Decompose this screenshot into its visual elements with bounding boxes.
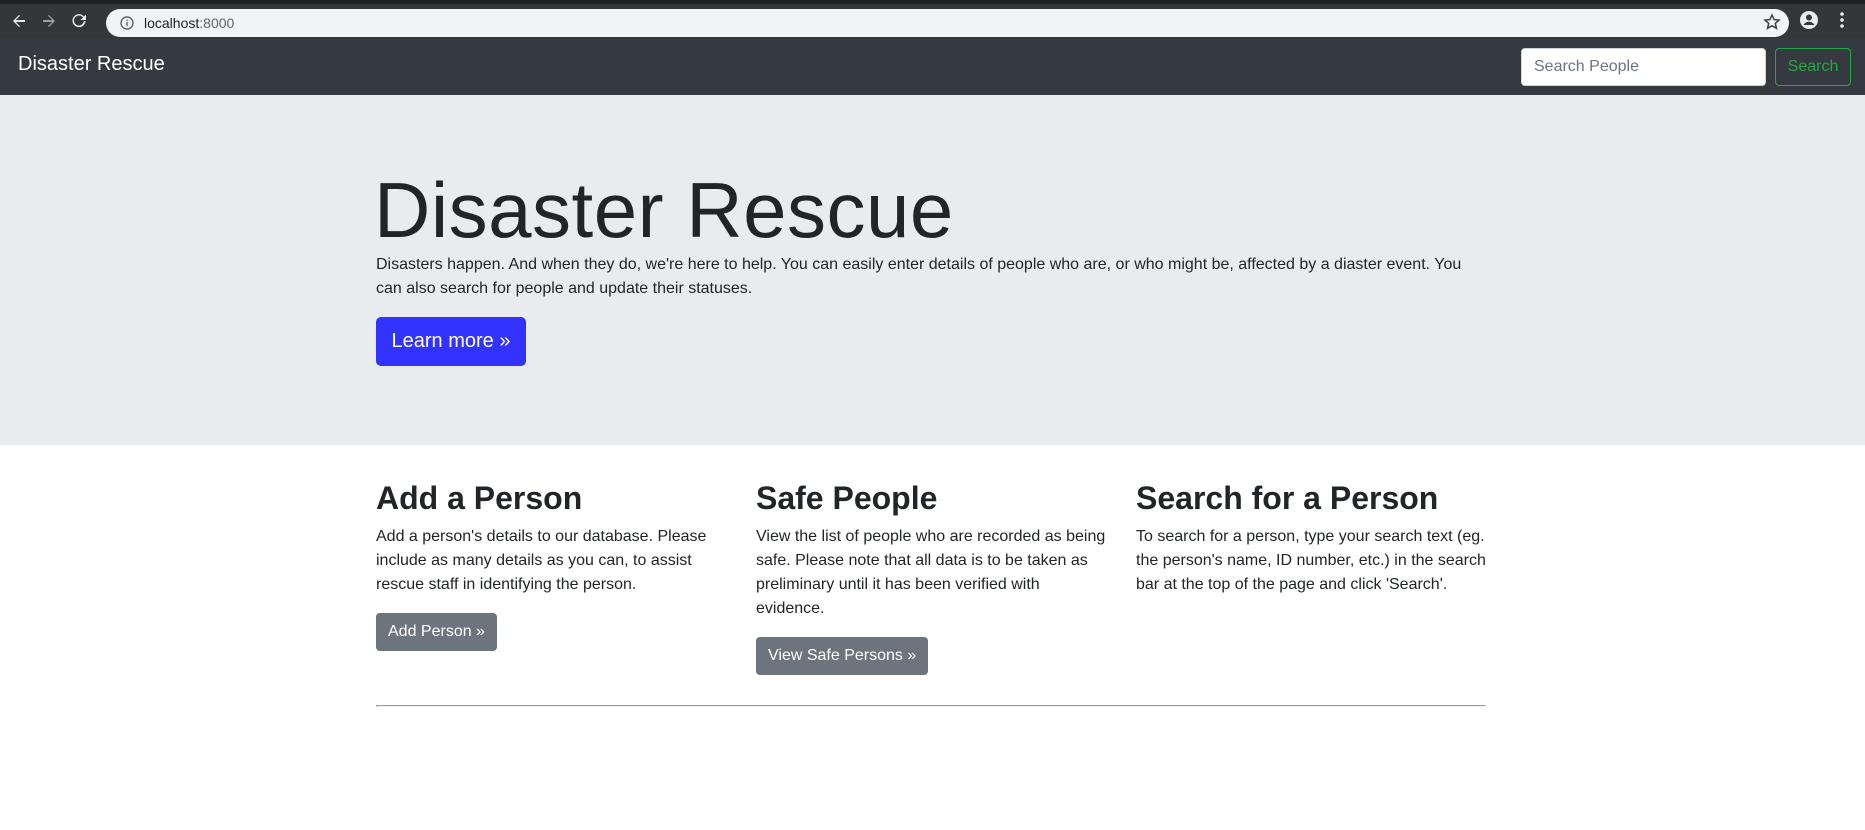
search-person-heading: Search for a Person — [1136, 480, 1439, 516]
navbar: Disaster Rescue Search — [0, 38, 1865, 95]
search-person-column: Search for a Person To search for a pers… — [1136, 478, 1492, 597]
learn-more-button[interactable]: Learn more » — [376, 317, 526, 366]
add-person-text: Add a person's details to our database. … — [376, 528, 707, 593]
bookmark-star-icon[interactable] — [1763, 13, 1781, 36]
forward-arrow-icon[interactable] — [34, 6, 64, 36]
add-person-heading: Add a Person — [376, 480, 583, 516]
jumbotron: Disaster Rescue Disasters happen. And wh… — [0, 95, 1865, 445]
browser-toolbar: localhost:8000 — [0, 0, 1865, 38]
kebab-menu-icon[interactable] — [1831, 9, 1853, 36]
search-person-text: To search for a person, type your search… — [1136, 528, 1486, 593]
reload-icon[interactable] — [64, 6, 94, 36]
profile-icon[interactable] — [1798, 9, 1820, 36]
navbar-brand[interactable]: Disaster Rescue — [18, 53, 165, 76]
add-person-column: Add a Person Add a person's details to o… — [376, 478, 732, 651]
safe-people-column: Safe People View the list of people who … — [756, 478, 1112, 675]
intro-text: Disasters happen. And when they do, we'r… — [376, 256, 1462, 297]
search-input[interactable] — [1521, 48, 1766, 86]
add-person-button[interactable]: Add Person » — [376, 613, 497, 651]
safe-people-heading: Safe People — [756, 480, 938, 516]
site-info-icon[interactable] — [114, 16, 140, 30]
divider — [376, 705, 1486, 707]
safe-people-text: View the list of people who are recorded… — [756, 528, 1106, 617]
url-port: :8000 — [199, 15, 235, 31]
view-safe-persons-button[interactable]: View Safe Persons » — [756, 637, 929, 675]
search-button[interactable]: Search — [1775, 48, 1851, 86]
url-text: localhost:8000 — [144, 15, 234, 31]
url-host: localhost — [144, 15, 200, 31]
back-arrow-icon[interactable] — [4, 6, 34, 36]
page-title: Disaster Rescue — [374, 166, 954, 254]
address-bar[interactable]: localhost:8000 — [106, 9, 1789, 37]
